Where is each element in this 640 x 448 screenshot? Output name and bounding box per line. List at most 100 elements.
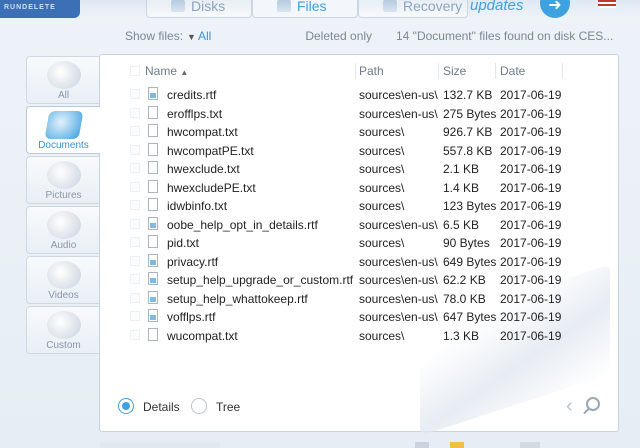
bottom-icon[interactable] [520, 442, 540, 448]
table-row[interactable]: pid.txt sources\ 90 Bytes 2017-06-19 [100, 233, 619, 252]
file-date: 2017-06-19 [500, 328, 562, 343]
table-row[interactable]: setup_help_whattokeep.rtf sources\en-us\ 7… [100, 289, 619, 308]
file-size: 649 Bytes [443, 254, 497, 269]
file-path: sources\en-us\ [359, 88, 438, 102]
app-logo: RUNDELETE [0, 0, 80, 18]
column-separator[interactable] [562, 63, 563, 79]
row-checkbox[interactable] [130, 274, 140, 284]
file-date: 2017-06-19 [500, 310, 562, 324]
column-size-header[interactable]: Size [443, 64, 466, 78]
tab-disks[interactable]: Disks [146, 0, 252, 18]
column-separator[interactable] [438, 63, 439, 79]
category-all[interactable]: All [26, 56, 100, 104]
row-checkbox[interactable] [130, 181, 140, 192]
text-file-icon [148, 327, 158, 341]
file-path: sources\en-us\ [359, 291, 438, 306]
pictures-icon [46, 161, 81, 189]
top-bar: RUNDELETE Disks Files Recovery updates ➜ [0, 0, 640, 18]
row-checkbox[interactable] [130, 237, 140, 247]
table-row[interactable]: hwcompatPE.txt sources\ 557.8 KB 2017-06-19 [100, 141, 619, 160]
file-size: 557.8 KB [443, 143, 493, 158]
details-radio[interactable] [118, 398, 134, 414]
row-checkbox[interactable] [130, 107, 140, 118]
bottom-tab[interactable] [100, 442, 220, 448]
row-checkbox[interactable] [130, 89, 140, 99]
text-file-icon [148, 105, 158, 119]
table-row[interactable]: hwexcludePE.txt sources\ 1.4 KB 2017-06-19 [100, 178, 619, 197]
table-row[interactable]: wucompat.txt sources\ 1.3 KB 2017-06-19 [100, 326, 619, 345]
file-path: sources\en-us\ [359, 310, 438, 324]
row-checkbox[interactable] [130, 163, 140, 173]
column-path-header[interactable]: Path [359, 64, 384, 78]
table-row[interactable]: hwcompat.txt sources\ 926.7 KB 2017-06-19 [100, 122, 619, 141]
file-size: 62.2 KB [443, 273, 486, 287]
column-name-header[interactable]: Name ▲ [145, 64, 188, 78]
file-date: 2017-06-19 [500, 254, 562, 269]
all-files-icon [46, 61, 81, 89]
category-custom[interactable]: Custom [26, 306, 100, 354]
file-date: 2017-06-19 [500, 199, 562, 213]
row-checkbox[interactable] [130, 126, 140, 136]
text-file-icon [148, 142, 158, 156]
file-path: sources\ [359, 180, 405, 195]
category-pictures[interactable]: Pictures [26, 156, 100, 204]
deleted-only-checkbox[interactable] [290, 31, 300, 41]
file-name: hwcompatPE.txt [167, 143, 254, 158]
file-size: 1.4 KB [443, 180, 480, 195]
row-checkbox[interactable] [130, 311, 140, 321]
column-separator[interactable] [355, 63, 356, 79]
table-row[interactable]: vofflps.rtf sources\en-us\ 647 Bytes 2017-0… [100, 307, 619, 326]
select-all-checkbox[interactable] [130, 66, 140, 76]
bottom-icon[interactable] [415, 442, 429, 448]
file-path: sources\en-us\ [359, 273, 438, 287]
rtf-file-icon [148, 253, 158, 267]
videos-icon [46, 261, 81, 289]
row-checkbox[interactable] [130, 218, 140, 229]
update-arrow-icon[interactable]: ➜ [540, 0, 570, 18]
chevron-down-icon: ▼ [187, 32, 196, 42]
row-checkbox[interactable] [130, 329, 140, 340]
table-row[interactable]: idwbinfo.txt sources\ 123 Bytes 2017-06-19 [100, 196, 619, 215]
column-name-label: Name [145, 64, 178, 78]
tree-radio[interactable] [191, 398, 207, 414]
language-flag-icon[interactable] [598, 0, 616, 8]
deleted-only-toggle[interactable]: Deleted only [290, 29, 372, 43]
row-checkbox[interactable] [130, 144, 140, 155]
recovery-icon [383, 0, 397, 12]
category-videos[interactable]: Videos [26, 256, 100, 304]
audio-icon [46, 211, 81, 239]
column-date-header[interactable]: Date [500, 64, 525, 78]
file-name: hwexclude.txt [167, 162, 240, 176]
bottom-icon[interactable] [450, 442, 464, 448]
tab-files[interactable]: Files [252, 0, 358, 18]
chevron-left-icon[interactable]: ‹ [566, 395, 573, 418]
file-name: erofflps.txt [167, 106, 223, 121]
files-icon [277, 0, 291, 12]
row-checkbox[interactable] [130, 255, 140, 266]
file-date: 2017-06-19 [500, 180, 562, 195]
files-found-status: 14 "Document" files found on disk CES... [396, 29, 614, 43]
table-row[interactable]: setup_help_upgrade_or_custom.rtf sources\… [100, 270, 619, 289]
file-path: sources\ [359, 162, 405, 176]
search-icon[interactable] [586, 397, 600, 411]
table-row[interactable]: erofflps.txt sources\en-us\ 275 Bytes 2017-… [100, 104, 619, 123]
rtf-file-icon [148, 290, 158, 304]
file-size: 132.7 KB [443, 88, 493, 102]
file-size: 926.7 KB [443, 125, 493, 139]
text-file-icon [148, 179, 158, 193]
table-row[interactable]: oobe_help_opt_in_details.rtf sources\en-u… [100, 215, 619, 234]
table-row[interactable]: credits.rtf sources\en-us\ 132.7 KB 2017-06… [100, 85, 619, 104]
column-separator[interactable] [495, 63, 496, 79]
file-path: sources\ [359, 143, 405, 158]
tab-recovery[interactable]: Recovery [358, 0, 468, 18]
row-checkbox[interactable] [130, 292, 140, 303]
disk-icon [171, 0, 185, 12]
category-all-label: All [57, 90, 70, 101]
show-files-filter[interactable]: Show files: ▼ All [125, 29, 211, 43]
category-audio[interactable]: Audio [26, 206, 100, 254]
updates-link[interactable]: updates [470, 0, 523, 14]
category-documents[interactable]: Documents [26, 106, 100, 154]
table-row[interactable]: hwexclude.txt sources\ 2.1 KB 2017-06-19 [100, 159, 619, 178]
table-row[interactable]: privacy.rtf sources\en-us\ 649 Bytes 2017-0… [100, 252, 619, 271]
row-checkbox[interactable] [130, 200, 140, 210]
